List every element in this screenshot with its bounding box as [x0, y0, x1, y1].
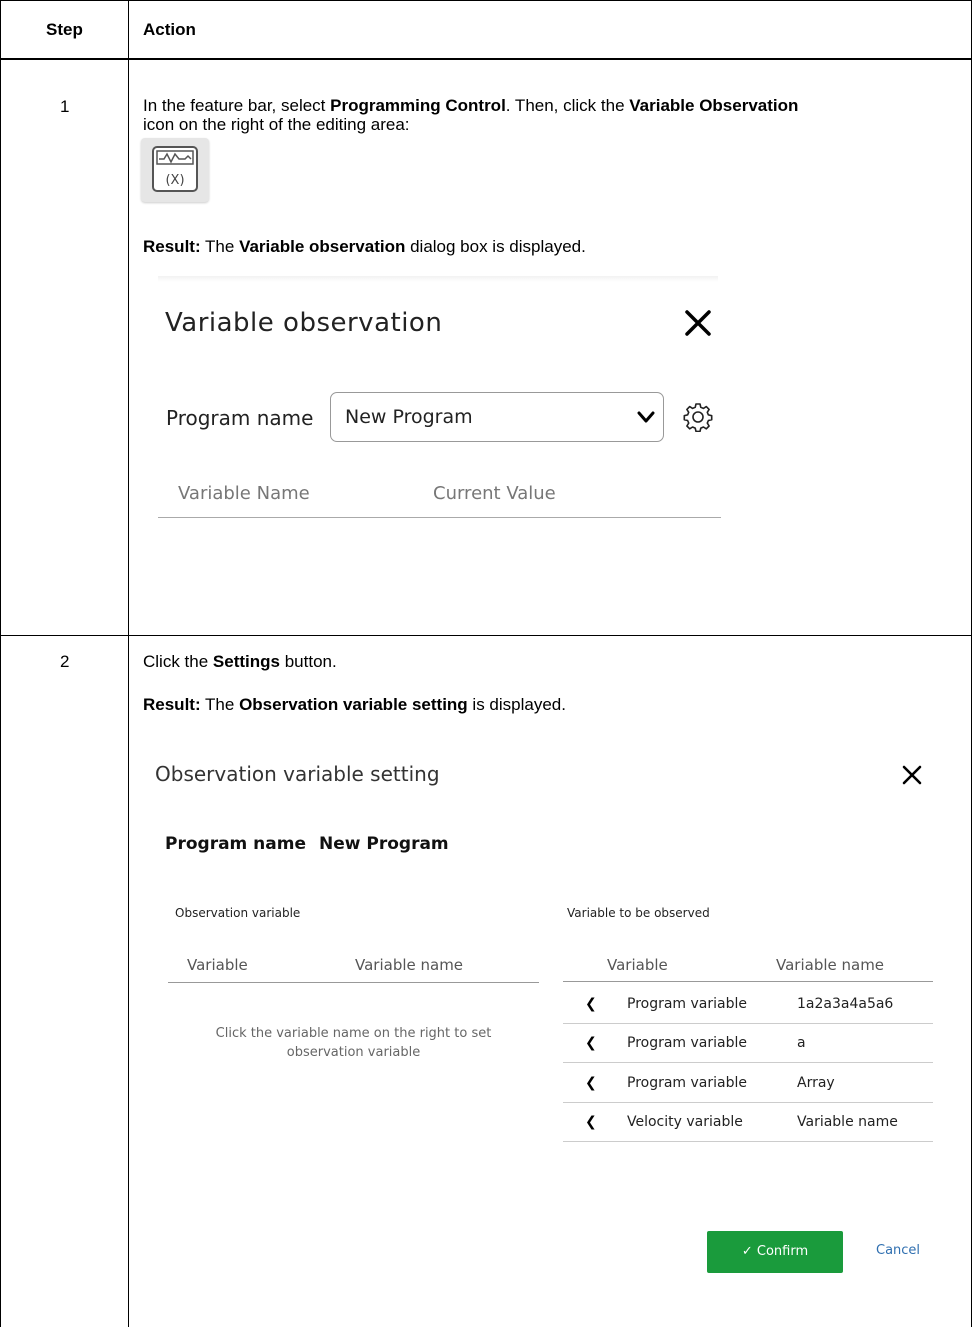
- gear-icon[interactable]: [683, 402, 713, 432]
- variable-name[interactable]: Array: [797, 1075, 835, 1091]
- result-text: The: [200, 237, 240, 256]
- instr-text: In the feature bar, select: [143, 96, 331, 115]
- cancel-button[interactable]: Cancel: [876, 1243, 920, 1258]
- instr-text: . Then, click the: [505, 96, 630, 115]
- column-header-variable-name: Variable Name: [178, 483, 310, 504]
- icon-x-label: (X): [165, 173, 184, 188]
- dialog1-top-shadow: [158, 276, 718, 282]
- row-divider: [563, 1141, 933, 1142]
- step-number: 2: [60, 652, 70, 671]
- table-row-rule: [0, 635, 972, 636]
- table-header-divider: [158, 517, 721, 518]
- result-label: Result:: [143, 237, 201, 256]
- chevron-left-icon[interactable]: ❮: [585, 1075, 597, 1091]
- dialog-title: Observation variable setting: [155, 762, 440, 786]
- close-icon[interactable]: [900, 763, 924, 787]
- chevron-left-icon[interactable]: ❮: [585, 996, 597, 1012]
- confirm-button[interactable]: ✓ Confirm: [707, 1231, 843, 1273]
- settings-bold: Settings: [212, 652, 280, 671]
- result-dialog-name: Variable observation: [239, 237, 406, 256]
- result-text: dialog box is displayed.: [405, 237, 586, 256]
- confirm-label: ✓ Confirm: [741, 1244, 809, 1259]
- variable-name[interactable]: a: [797, 1035, 806, 1051]
- programming-control-bold: Programming Control: [330, 96, 506, 115]
- right-table-divider: [563, 981, 933, 982]
- instr-text: Click the: [143, 652, 213, 671]
- variable-name[interactable]: Variable name: [797, 1114, 898, 1130]
- close-icon[interactable]: [681, 306, 715, 340]
- variable-name[interactable]: 1a2a3a4a5a6: [797, 996, 893, 1012]
- step1-result: Result: The Variable observation dialog …: [143, 236, 586, 257]
- left-column-variable-name: Variable name: [355, 956, 464, 974]
- table-row[interactable]: ❮ Velocity variable Variable name: [563, 1102, 933, 1142]
- variable-type: Program variable: [627, 1035, 747, 1051]
- variable-type: Program variable: [627, 996, 747, 1012]
- step-number: 1: [60, 97, 70, 116]
- step2-result: Result: The Observation variable setting…: [143, 694, 566, 715]
- result-dialog-name: Observation variable setting: [239, 695, 468, 714]
- observation-variable-title: Observation variable: [175, 906, 301, 920]
- program-name-select[interactable]: New Program: [330, 392, 664, 442]
- header-action: Action: [143, 20, 196, 39]
- table-row[interactable]: ❮ Program variable a: [563, 1023, 933, 1063]
- result-text: The: [200, 695, 240, 714]
- dialog-title: Variable observation: [165, 308, 443, 338]
- header-step: Step: [46, 20, 83, 39]
- table-row[interactable]: ❮ Program variable 1a2a3a4a5a6: [563, 984, 933, 1024]
- chevron-left-icon[interactable]: ❮: [585, 1035, 597, 1051]
- right-column-variable: Variable: [607, 956, 668, 974]
- program-name-label: Program name: [165, 834, 306, 854]
- step1-instruction-line2: icon on the right of the editing area:: [143, 115, 410, 134]
- variable-type: Velocity variable: [627, 1114, 743, 1130]
- left-table-divider: [168, 982, 539, 983]
- chevron-left-icon[interactable]: ❮: [585, 1114, 597, 1130]
- right-column-variable-name: Variable name: [776, 956, 885, 974]
- chevron-down-icon: [637, 411, 655, 423]
- select-value: New Program: [345, 406, 473, 428]
- step2-instruction: Click the Settings button.: [143, 651, 337, 672]
- left-column-variable: Variable: [187, 956, 248, 974]
- table-row[interactable]: ❮ Program variable Array: [563, 1063, 933, 1103]
- table-header-rule: [0, 58, 972, 60]
- column-header-current-value: Current Value: [433, 483, 556, 504]
- variable-to-be-observed-title: Variable to be observed: [567, 906, 710, 920]
- waveform-icon: (X): [152, 146, 198, 192]
- program-name-label: Program name: [166, 406, 314, 430]
- program-name-value: New Program: [319, 834, 449, 854]
- empty-hint-line1: Click the variable name on the right to …: [215, 1026, 492, 1041]
- empty-hint-line2: observation variable: [286, 1045, 421, 1060]
- result-label: Result:: [143, 695, 201, 714]
- instr-text: button.: [279, 652, 337, 671]
- variable-type: Program variable: [627, 1075, 747, 1091]
- table-column-divider: [128, 0, 129, 1327]
- table-border-top: [0, 0, 972, 1]
- result-text: is displayed.: [467, 695, 566, 714]
- variable-observation-bold: Variable Observation: [629, 96, 799, 115]
- variable-observation-icon[interactable]: (X): [141, 138, 209, 202]
- table-border-left: [0, 0, 1, 1327]
- table-border-right: [971, 0, 972, 1327]
- step1-instruction-line1: In the feature bar, select Programming C…: [143, 95, 798, 116]
